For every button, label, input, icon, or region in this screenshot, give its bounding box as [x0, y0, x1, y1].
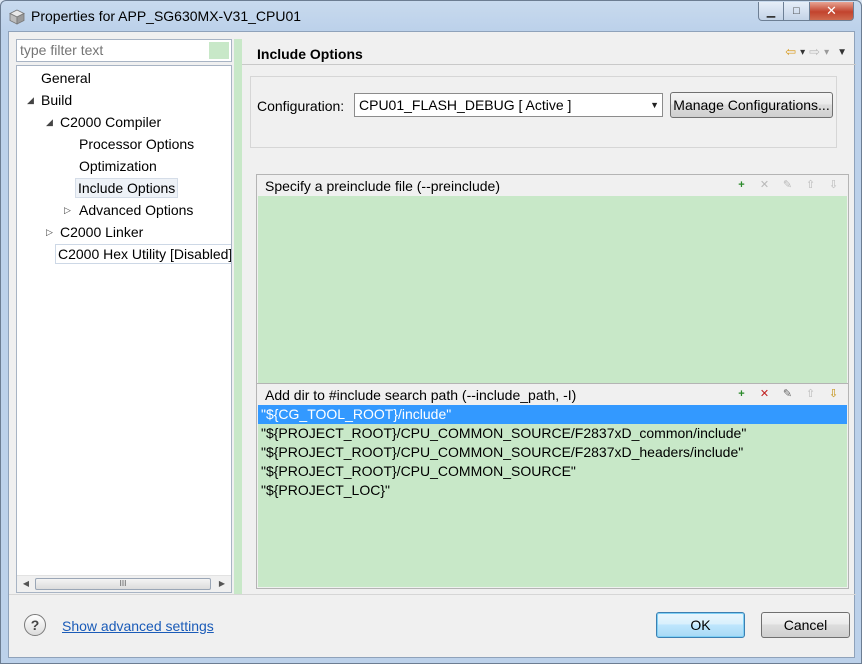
expanded-arrow-icon[interactable]: ◢ [27, 90, 37, 110]
back-arrow-icon[interactable]: ⇦ [785, 44, 796, 60]
tree-item-label: Processor Options [79, 136, 195, 152]
tree-item-c2000-hex-utility[interactable]: C2000 Hex Utility [Disabled] [17, 244, 231, 264]
tree-item-label: C2000 Hex Utility [Disabled] [55, 244, 231, 264]
minimize-button[interactable]: ▁ [758, 2, 784, 21]
include-path-list[interactable]: "${CG_TOOL_ROOT}/include" "${PROJECT_ROO… [258, 405, 847, 587]
add-icon[interactable]: + [733, 386, 750, 403]
preinclude-title: Specify a preinclude file (--preinclude) [265, 178, 500, 194]
tree-item-label: Optimization [79, 158, 157, 174]
properties-window: Properties for APP_SG630MX-V31_CPU01 ▁ □… [0, 0, 862, 664]
collapsed-arrow-icon[interactable]: ▷ [46, 222, 56, 242]
app-icon [9, 9, 25, 25]
tree-item-optimization[interactable]: Optimization [17, 156, 227, 176]
delete-icon[interactable]: ✕ [756, 177, 773, 194]
tree-item-advanced-options[interactable]: ▷ Advanced Options [17, 200, 227, 220]
configuration-label: Configuration: [257, 98, 345, 114]
help-icon[interactable]: ? [24, 614, 46, 636]
tree-item-label: Include Options [75, 178, 179, 198]
tree-item-c2000-compiler[interactable]: ◢ C2000 Compiler [17, 112, 227, 132]
tree-item-general[interactable]: General [17, 68, 227, 88]
configuration-group: Configuration: CPU01_FLASH_DEBUG [ Activ… [250, 76, 837, 148]
tree-item-label: Build [41, 92, 73, 108]
forward-arrow-icon[interactable]: ⇨ [809, 44, 820, 60]
scroll-left-icon[interactable]: ◀ [18, 576, 34, 592]
list-item[interactable]: "${PROJECT_ROOT}/CPU_COMMON_SOURCE/F2837… [258, 424, 847, 443]
list-item[interactable]: "${PROJECT_ROOT}/CPU_COMMON_SOURCE/F2837… [258, 443, 847, 462]
move-down-icon[interactable]: ⇩ [825, 177, 842, 194]
tree-item-include-options[interactable]: Include Options [17, 178, 227, 198]
title-bar[interactable]: Properties for APP_SG630MX-V31_CPU01 ▁ □… [1, 1, 861, 32]
pane-splitter[interactable] [234, 39, 242, 595]
footer-separator [9, 594, 856, 595]
tree-horizontal-scrollbar[interactable]: ◀ III ▶ [17, 575, 231, 592]
dialog-client: General ◢ Build ◢ C2000 Compiler Process… [8, 31, 856, 658]
tree-item-processor-options[interactable]: Processor Options [17, 134, 227, 154]
ok-button[interactable]: OK [656, 612, 745, 638]
back-history-dropdown-icon[interactable]: ▾ [800, 47, 805, 58]
cancel-button[interactable]: Cancel [761, 612, 850, 638]
tree-item-label: C2000 Compiler [60, 114, 162, 130]
edit-icon[interactable]: ✎ [779, 386, 796, 403]
add-icon[interactable]: + [733, 177, 750, 194]
move-down-icon[interactable]: ⇩ [825, 386, 842, 403]
tree-item-c2000-linker[interactable]: ▷ C2000 Linker [17, 222, 227, 242]
page-title: Include Options [257, 46, 363, 62]
view-menu-icon[interactable]: ▼ [837, 47, 847, 58]
filter-input[interactable] [17, 40, 207, 60]
manage-configurations-button[interactable]: Manage Configurations... [670, 92, 833, 118]
list-item[interactable]: "${PROJECT_ROOT}/CPU_COMMON_SOURCE" [258, 462, 847, 481]
tree-item-label: General [41, 70, 91, 86]
property-tree: General ◢ Build ◢ C2000 Compiler Process… [16, 65, 232, 593]
expanded-arrow-icon[interactable]: ◢ [46, 112, 56, 132]
move-up-icon[interactable]: ⇧ [802, 386, 819, 403]
scroll-right-icon[interactable]: ▶ [214, 576, 230, 592]
include-path-title: Add dir to #include search path (--inclu… [265, 387, 577, 403]
header-separator [242, 64, 856, 65]
preinclude-panel: Specify a preinclude file (--preinclude)… [256, 174, 849, 408]
tree-item-build[interactable]: ◢ Build [17, 90, 227, 110]
configuration-value: CPU01_FLASH_DEBUG [ Active ] [359, 97, 572, 113]
edit-icon[interactable]: ✎ [779, 177, 796, 194]
list-item[interactable]: "${PROJECT_LOC}" [258, 481, 847, 500]
chevron-down-icon: ▼ [650, 100, 659, 110]
window-title: Properties for APP_SG630MX-V31_CPU01 [31, 8, 302, 24]
maximize-button[interactable]: □ [784, 2, 810, 21]
close-button[interactable]: ✕ [810, 2, 854, 21]
include-path-panel: Add dir to #include search path (--inclu… [256, 383, 849, 589]
filter-clear-area [209, 42, 229, 59]
scroll-thumb[interactable]: III [35, 578, 211, 590]
show-advanced-settings-link[interactable]: Show advanced settings [62, 618, 214, 634]
tree-item-label: C2000 Linker [60, 224, 144, 240]
list-item[interactable]: "${CG_TOOL_ROOT}/include" [258, 405, 847, 424]
configuration-select[interactable]: CPU01_FLASH_DEBUG [ Active ] ▼ [354, 93, 663, 117]
delete-icon[interactable]: ✕ [756, 386, 773, 403]
filter-box [16, 39, 232, 62]
forward-history-dropdown-icon[interactable]: ▾ [824, 47, 829, 58]
tree-item-label: Advanced Options [79, 202, 194, 218]
collapsed-arrow-icon[interactable]: ▷ [64, 200, 74, 220]
move-up-icon[interactable]: ⇧ [802, 177, 819, 194]
preinclude-list[interactable] [258, 196, 847, 406]
